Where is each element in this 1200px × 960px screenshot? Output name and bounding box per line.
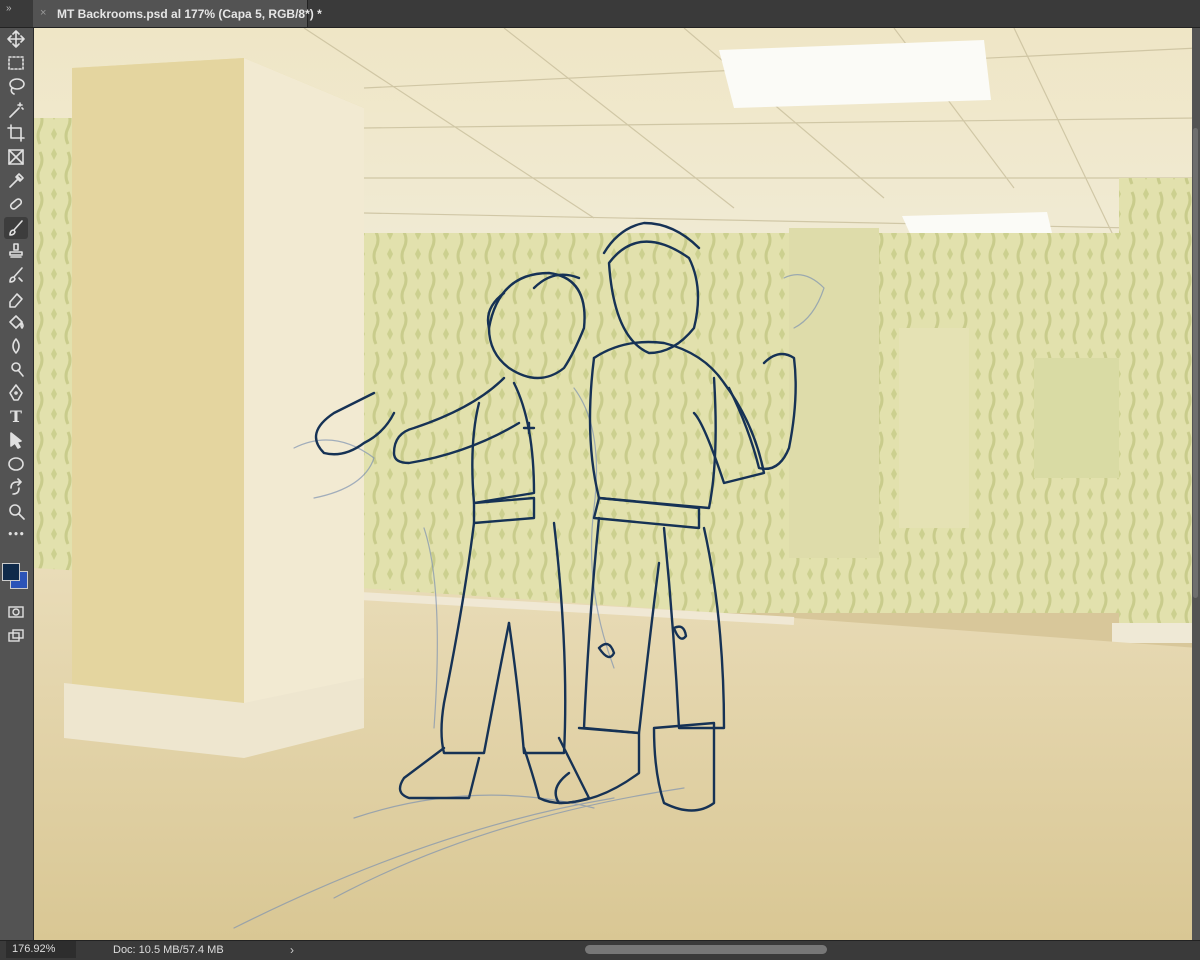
tools-panel: T ••• [0,28,34,940]
zoom-level-field[interactable]: 176.92% [6,941,76,958]
clone-stamp-tool-icon[interactable] [4,240,28,262]
eraser-tool-icon[interactable] [4,288,28,310]
crop-tool-icon[interactable] [4,122,28,144]
artwork [34,28,1198,940]
pen-tool-icon[interactable] [4,382,28,404]
screen-mode-icon[interactable] [4,625,28,647]
vertical-scrollbar[interactable] [1192,28,1200,940]
document-canvas[interactable] [34,28,1198,940]
magic-wand-tool-icon[interactable] [4,99,28,121]
history-brush-tool-icon[interactable] [4,264,28,286]
dodge-tool-icon[interactable] [4,358,28,380]
spot-healing-brush-tool-icon[interactable] [4,193,28,215]
frame-tool-icon[interactable] [4,146,28,168]
blur-tool-icon[interactable] [4,335,28,357]
document-tab-title: MT Backrooms.psd al 177% (Capa 5, RGB/8*… [57,7,322,21]
path-selection-tool-icon[interactable] [4,429,28,451]
zoom-tool-icon[interactable] [4,500,28,522]
brush-tool-icon[interactable] [4,216,28,239]
vertical-scroll-thumb[interactable] [1193,128,1198,598]
eyedropper-tool-icon[interactable] [4,170,28,192]
rectangular-marquee-tool-icon[interactable] [4,52,28,74]
foreground-color-swatch[interactable] [2,563,20,582]
more-tools-icon[interactable]: ••• [4,524,28,546]
document-size-info: Doc: 10.5 MB/57.4 MB [113,944,224,956]
paint-bucket-tool-icon[interactable] [4,311,28,333]
status-bar: 176.92% Doc: 10.5 MB/57.4 MB › [0,940,1200,960]
foreground-pillar [64,58,364,758]
quick-mask-mode-icon[interactable] [4,601,28,623]
status-menu-arrow-icon[interactable]: › [290,942,294,959]
collapse-panels-icon[interactable]: » [6,4,12,14]
close-tab-icon[interactable]: × [40,7,46,19]
document-tab-bar: » × MT Backrooms.psd al 177% (Capa 5, RG… [0,0,1200,28]
document-tab[interactable]: × MT Backrooms.psd al 177% (Capa 5, RGB/… [33,0,322,27]
ellipse-tool-icon[interactable] [4,453,28,475]
rotate-view-tool-icon[interactable] [4,476,28,498]
move-tool-icon[interactable] [4,28,28,50]
horizontal-scroll-thumb[interactable] [585,945,827,954]
lasso-tool-icon[interactable] [4,75,28,97]
type-tool-icon[interactable]: T [4,406,28,428]
